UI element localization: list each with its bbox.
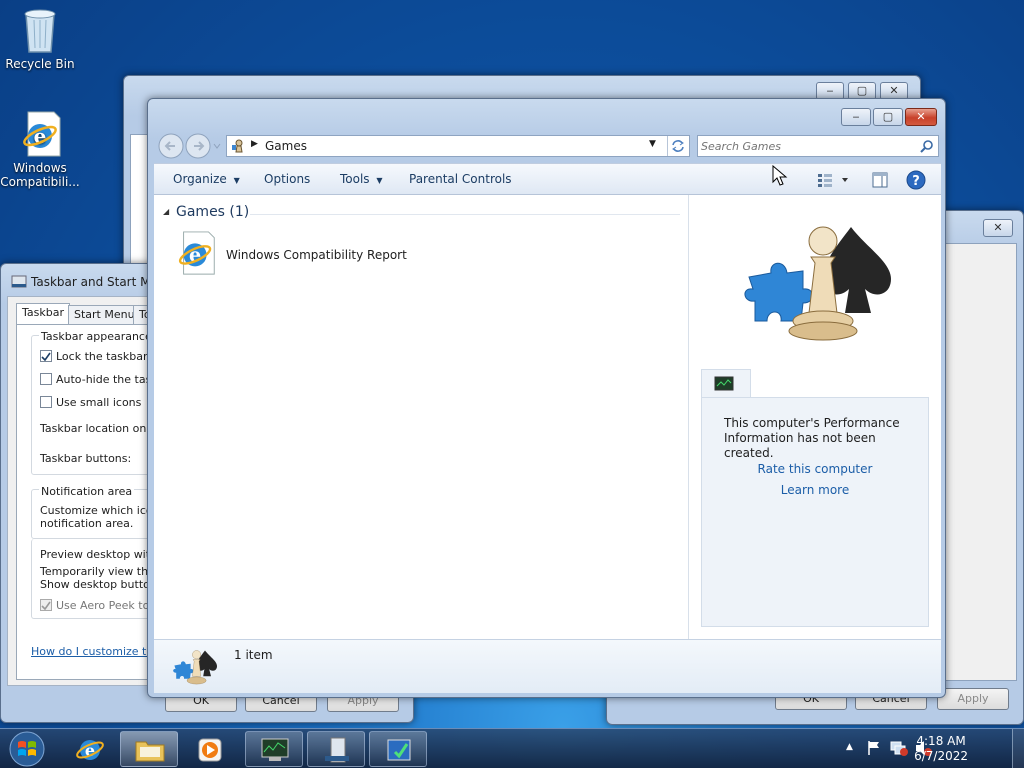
- small-icons-checkbox[interactable]: [40, 396, 52, 408]
- appearance-group-label: Taskbar appearance: [39, 330, 154, 343]
- taskbar-taskbar-props-button[interactable]: [307, 731, 365, 767]
- apply-button[interactable]: Apply: [937, 688, 1009, 710]
- minimize-button[interactable]: ‒: [841, 108, 871, 126]
- help-icon[interactable]: ?: [906, 170, 926, 190]
- refresh-icon: [672, 140, 684, 152]
- learn-more-link[interactable]: Learn more: [702, 483, 928, 497]
- chevron-down-icon: ▼: [233, 176, 240, 185]
- group-header[interactable]: Games (1): [176, 204, 249, 220]
- item-count: 1 item: [234, 648, 273, 662]
- group-divider: [250, 214, 680, 215]
- back-button[interactable]: [157, 133, 183, 159]
- ie-icon: e: [76, 740, 104, 760]
- lock-taskbar-label: Lock the taskbar: [56, 350, 148, 363]
- performance-panel: This computer's Performance Information …: [701, 397, 929, 627]
- address-dropdown-icon[interactable]: ▼: [649, 139, 656, 149]
- options-button[interactable]: Options: [264, 172, 310, 186]
- command-bar: Organize ▼ Options Tools ▼ Parental Cont…: [154, 163, 941, 195]
- taskbar-buttons-label: Taskbar buttons:: [40, 452, 132, 465]
- content-area: ◢ Games (1) e Windows Compatibility Repo…: [154, 195, 941, 639]
- list-item-label: Windows Compatibility Report: [226, 248, 407, 262]
- checkmark-icon: [41, 601, 51, 611]
- show-hidden-icons-icon[interactable]: ▲: [846, 742, 853, 752]
- taskbar-installer-button[interactable]: [369, 731, 427, 767]
- taskbar-explorer-button[interactable]: [120, 731, 178, 767]
- checkmark-icon: [41, 352, 51, 362]
- mouse-cursor-icon: [772, 165, 788, 186]
- collapse-arrow-icon[interactable]: ◢: [163, 207, 169, 216]
- autohide-checkbox[interactable]: [40, 373, 52, 385]
- ie-document-icon: e: [23, 111, 61, 157]
- close-button[interactable]: ✕: [905, 108, 937, 126]
- notification-text: notification area.: [40, 517, 134, 530]
- parental-controls-button[interactable]: Parental Controls: [409, 172, 512, 186]
- tools-label: Tools: [340, 172, 370, 186]
- organize-menu[interactable]: Organize ▼: [173, 172, 240, 186]
- file-list-pane: ◢ Games (1) e Windows Compatibility Repo…: [154, 195, 688, 639]
- notification-group-label: Notification area: [39, 485, 135, 498]
- preview-pane-icon[interactable]: [872, 172, 888, 188]
- start-button[interactable]: [4, 729, 50, 768]
- ie-document-icon: e: [178, 231, 215, 275]
- network-disconnected-icon[interactable]: [890, 740, 908, 756]
- rate-computer-link[interactable]: Rate this computer: [702, 462, 928, 476]
- performance-message: This computer's Performance Information …: [724, 416, 900, 460]
- taskbar-properties-icon: [11, 275, 27, 288]
- details-pane: 1 item: [154, 639, 941, 693]
- tray-clock[interactable]: 4:18 AM 6/7/2022: [914, 734, 968, 764]
- tools-menu[interactable]: Tools ▼: [340, 172, 383, 186]
- forward-button[interactable]: [184, 133, 210, 159]
- tab-taskbar[interactable]: Taskbar: [16, 303, 70, 325]
- games-folder-icon: [232, 139, 243, 153]
- performance-tab[interactable]: [701, 369, 751, 397]
- clock-time: 4:18 AM: [916, 734, 966, 748]
- breadcrumb-arrow-icon[interactable]: ▶: [251, 139, 258, 149]
- games-explorer-window[interactable]: ‒ ▢ ✕ ▶ Games ▼ Search Games Organize ▼ …: [147, 98, 946, 698]
- desktop-icon-label: Recycle Bin: [5, 57, 75, 71]
- search-input[interactable]: [701, 138, 911, 154]
- windows-orb-icon: [9, 731, 45, 767]
- taskbar-settings-icon: [325, 737, 349, 763]
- desktop-icon-compat-report[interactable]: e Windows Compatibili...: [0, 110, 80, 189]
- views-icon[interactable]: [817, 172, 853, 188]
- refresh-button[interactable]: [667, 136, 689, 156]
- chevron-down-icon: ▼: [376, 176, 383, 185]
- installer-icon: [387, 739, 411, 761]
- media-player-icon: [198, 738, 222, 762]
- close-button[interactable]: ✕: [983, 219, 1013, 237]
- performance-monitor-icon: [714, 376, 734, 391]
- search-box[interactable]: [697, 135, 939, 157]
- recycle-bin-icon: [24, 9, 56, 53]
- desktop-icon-recycle-bin[interactable]: Recycle Bin: [0, 6, 80, 71]
- aero-peek-label: Use Aero Peek to p: [56, 599, 160, 612]
- address-bar[interactable]: ▶ Games ▼: [226, 135, 690, 157]
- tab-start-menu[interactable]: Start Menu: [68, 305, 141, 325]
- preview-pane: This computer's Performance Information …: [689, 195, 941, 639]
- list-item[interactable]: e Windows Compatibility Report: [172, 228, 412, 278]
- search-icon[interactable]: [920, 139, 934, 153]
- organize-label: Organize: [173, 172, 227, 186]
- breadcrumb-games[interactable]: Games: [265, 139, 307, 153]
- taskbar-ie-button[interactable]: e: [60, 731, 118, 767]
- action-center-flag-icon[interactable]: [866, 740, 882, 756]
- desktop-icon-label: Windows Compatibili...: [0, 161, 80, 189]
- taskbar: e ▲ 4:18 AM 6/7/2022: [0, 728, 1024, 768]
- maximize-button[interactable]: ▢: [873, 108, 903, 126]
- taskbar-task-manager-button[interactable]: [245, 731, 303, 767]
- taskbar-media-player-button[interactable]: [180, 731, 238, 767]
- games-small-icon: [173, 650, 217, 685]
- aero-peek-checkbox[interactable]: [40, 599, 52, 611]
- task-manager-icon: [261, 738, 289, 761]
- small-icons-label: Use small icons: [56, 396, 142, 409]
- show-desktop-button[interactable]: [1012, 729, 1024, 768]
- games-logo-icon: [744, 226, 891, 341]
- clock-date: 6/7/2022: [914, 749, 968, 763]
- folder-icon: [135, 741, 165, 762]
- svg-text:?: ?: [912, 174, 920, 189]
- lock-taskbar-checkbox[interactable]: [40, 350, 52, 362]
